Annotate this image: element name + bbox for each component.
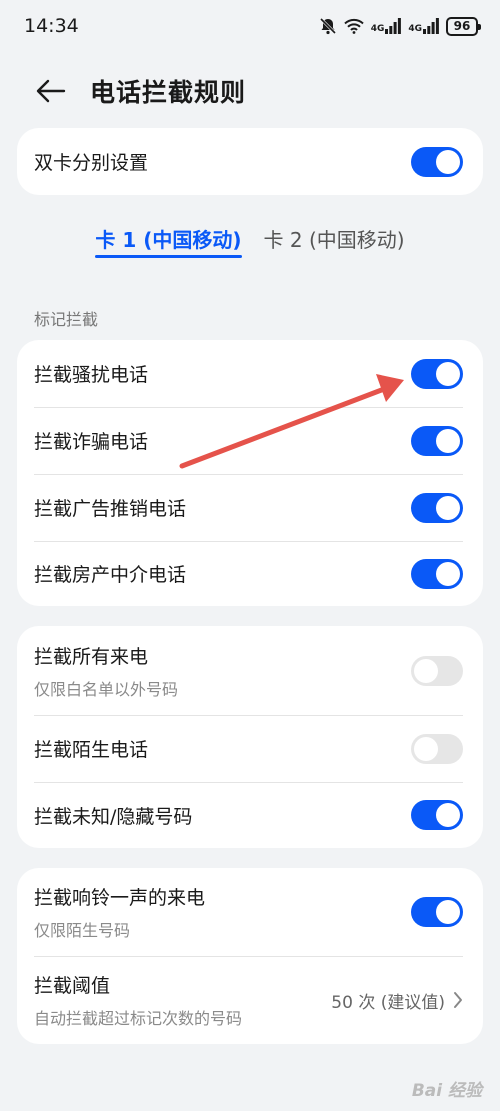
- row-text: 拦截阈值 自动拦截超过标记次数的号码: [34, 971, 242, 1029]
- row-block-real-estate[interactable]: 拦截房产中介电话: [17, 541, 483, 606]
- row-block-harassment[interactable]: 拦截骚扰电话: [17, 340, 483, 407]
- toggle-knob: [436, 428, 460, 453]
- ring-card: 拦截响铃一声的来电 仅限陌生号码 拦截阈值 自动拦截超过标记次数的号码 50 次…: [17, 868, 483, 1044]
- battery-level: 96: [453, 19, 471, 33]
- network-type-1: 4G: [370, 24, 385, 34]
- status-icons: 4G 4G 96: [319, 16, 481, 36]
- battery-icon: 96: [446, 16, 481, 36]
- mute-bell-icon: [319, 17, 336, 35]
- toggle-block-harassment[interactable]: [411, 358, 463, 389]
- toggle-knob: [436, 803, 460, 827]
- row-block-threshold[interactable]: 拦截阈值 自动拦截超过标记次数的号码 50 次 (建议值): [17, 956, 483, 1044]
- page-title: 电话拦截规则: [90, 78, 247, 107]
- marked-card: 拦截骚扰电话 拦截诈骗电话 拦截广告推销电话 拦截房产中介电话: [17, 340, 483, 606]
- status-bar: 14:34 4G 4G 96: [0, 0, 500, 52]
- row-label: 拦截响铃一声的来电: [34, 887, 206, 909]
- toggle-block-ads[interactable]: [411, 492, 463, 523]
- toggle-knob: [436, 361, 460, 386]
- toggle-knob: [436, 900, 460, 924]
- row-block-ring-once[interactable]: 拦截响铃一声的来电 仅限陌生号码: [17, 868, 483, 956]
- row-label: 拦截骚扰电话: [34, 364, 149, 386]
- toggle-block-real-estate[interactable]: [411, 558, 463, 589]
- arrow-left-icon: [36, 79, 66, 103]
- back-button[interactable]: [34, 74, 68, 108]
- row-label: 拦截房产中介电话: [34, 564, 187, 586]
- toggle-knob: [414, 736, 438, 761]
- threshold-value-text: 50 次 (建议值): [331, 992, 445, 1013]
- row-label: 拦截陌生电话: [34, 739, 149, 761]
- row-sublabel: 仅限陌生号码: [34, 921, 131, 940]
- row-block-ads[interactable]: 拦截广告推销电话: [17, 474, 483, 541]
- section-title-marked: 标记拦截: [34, 310, 99, 329]
- toggle-block-fraud[interactable]: [411, 425, 463, 456]
- header: 电话拦截规则: [0, 62, 500, 120]
- signal-1: 4G: [371, 18, 402, 34]
- network-type-2: 4G: [408, 24, 422, 34]
- dual-sim-label: 双卡分别设置: [34, 152, 149, 174]
- row-block-unknown[interactable]: 拦截未知/隐藏号码: [17, 782, 483, 848]
- toggle-block-unknown[interactable]: [411, 800, 463, 830]
- watermark: Bai 经验: [411, 1081, 482, 1101]
- toggle-knob: [436, 149, 460, 174]
- tab-sim-2[interactable]: 卡 2 (中国移动): [264, 214, 405, 262]
- row-block-fraud[interactable]: 拦截诈骗电话: [17, 407, 483, 474]
- toggle-block-ring-once[interactable]: [411, 897, 463, 927]
- row-text: 拦截所有来电 仅限白名单以外号码: [34, 642, 178, 700]
- row-label: 拦截阈值: [34, 975, 111, 997]
- wifi-icon: [343, 18, 364, 34]
- dual-sim-row[interactable]: 双卡分别设置: [17, 128, 483, 195]
- signal-icon: [423, 18, 439, 34]
- toggle-block-strangers[interactable]: [411, 733, 463, 764]
- row-block-all-calls[interactable]: 拦截所有来电 仅限白名单以外号码: [17, 626, 483, 715]
- toggle-knob: [414, 658, 438, 683]
- row-sublabel: 仅限白名单以外号码: [34, 679, 179, 699]
- tab-sim-1[interactable]: 卡 1 (中国移动): [95, 214, 242, 262]
- toggle-knob: [436, 495, 460, 520]
- row-label: 拦截未知/隐藏号码: [34, 805, 193, 828]
- row-block-strangers[interactable]: 拦截陌生电话: [17, 715, 483, 782]
- signal-2: 4G: [408, 18, 439, 34]
- dual-sim-toggle[interactable]: [411, 146, 463, 177]
- status-time: 14:34: [24, 15, 79, 37]
- row-label: 拦截广告推销电话: [34, 498, 187, 520]
- toggle-knob: [436, 561, 460, 586]
- threshold-value[interactable]: 50 次 (建议值): [331, 988, 463, 1013]
- row-text: 拦截响铃一声的来电 仅限陌生号码: [34, 883, 205, 941]
- row-sublabel: 自动拦截超过标记次数的号码: [34, 1009, 243, 1028]
- signal-icon: [385, 18, 402, 34]
- row-label: 拦截所有来电: [34, 645, 149, 668]
- chevron-right-icon: [454, 992, 462, 1008]
- toggle-block-all-calls[interactable]: [411, 655, 463, 686]
- row-label: 拦截诈骗电话: [34, 431, 149, 453]
- sim-tabs: 卡 1 (中国移动) 卡 2 (中国移动): [0, 214, 500, 262]
- calls-card: 拦截所有来电 仅限白名单以外号码 拦截陌生电话 拦截未知/隐藏号码: [17, 626, 483, 848]
- dual-sim-card: 双卡分别设置: [17, 128, 483, 195]
